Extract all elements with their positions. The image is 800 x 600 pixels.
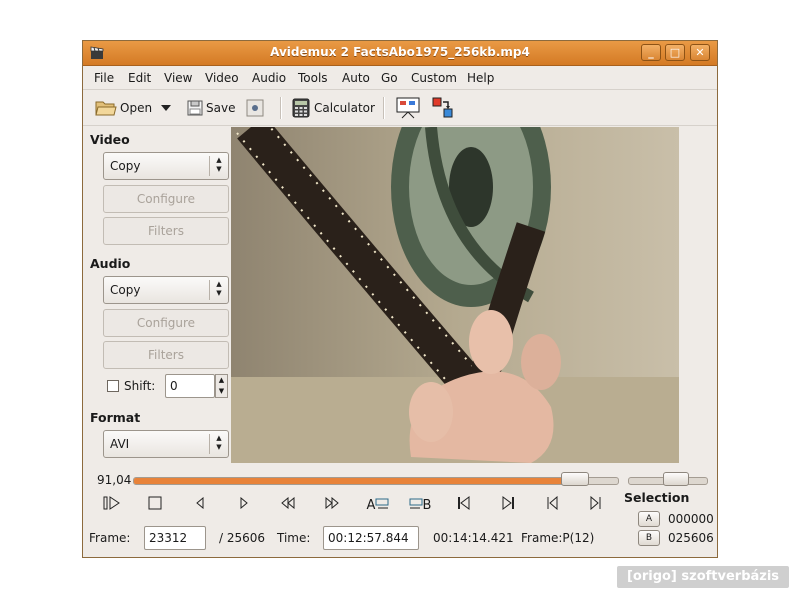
frame-total: / 25606 — [219, 531, 266, 545]
folder-open-icon — [95, 101, 117, 116]
audio-configure-button[interactable]: Configure — [103, 309, 229, 337]
menu-bar: File Edit View Video Audio Tools Auto Go… — [83, 66, 717, 90]
previous-frame-icon[interactable] — [189, 496, 211, 516]
total-duration: 00:14:14.421 — [433, 531, 514, 545]
save-button[interactable]: Save — [187, 96, 235, 120]
properties-button[interactable] — [246, 96, 264, 120]
volume-handle[interactable] — [663, 472, 689, 486]
position-readout: 91,04 — [97, 473, 132, 487]
previous-keyframe-icon[interactable] — [277, 496, 299, 516]
menu-video[interactable]: Video — [205, 71, 239, 85]
calculator-label: Calculator — [314, 101, 375, 115]
marker-a-icon — [375, 498, 389, 509]
frame-input[interactable]: 23312 — [144, 526, 206, 550]
swap-icon — [432, 97, 453, 118]
status-row: Frame: 23312 / 25606 Time: 00:12:57.844 … — [83, 525, 717, 553]
seek-handle[interactable] — [561, 472, 590, 486]
next-frame-icon[interactable] — [233, 496, 255, 516]
preview-button[interactable] — [396, 96, 420, 120]
format-section-title: Format — [90, 410, 141, 425]
seek-slider[interactable] — [133, 477, 619, 485]
video-codec-value: Copy — [110, 159, 141, 173]
selection-b-button[interactable]: B — [638, 530, 660, 546]
save-label: Save — [206, 101, 236, 115]
main-window: Avidemux 2 FactsAbo1975_256kb.mp4 _ □ ✕ … — [82, 40, 718, 558]
open-label: Open — [120, 101, 153, 115]
time-input[interactable]: 00:12:57.844 — [323, 526, 419, 550]
video-preview-icon — [396, 97, 420, 119]
watermark: [origo] szoftverbázis — [617, 566, 789, 588]
floppy-icon — [187, 100, 203, 116]
dropdown-arrow-icon — [161, 105, 171, 111]
menu-help[interactable]: Help — [467, 71, 494, 85]
open-dropdown-button[interactable] — [161, 96, 171, 120]
audio-codec-value: Copy — [110, 283, 141, 297]
time-label: Time: — [277, 531, 311, 545]
sidebar: Video Copy ▲ ▼ Configure Filters Audio Co… — [83, 126, 231, 466]
stop-icon[interactable] — [144, 496, 166, 516]
menu-tools[interactable]: Tools — [298, 71, 328, 85]
format-value: AVI — [110, 437, 130, 451]
menu-audio[interactable]: Audio — [252, 71, 286, 85]
video-codec-select[interactable]: Copy ▲ ▼ — [103, 152, 229, 180]
shift-checkbox[interactable] — [107, 380, 119, 392]
frame-type: Frame:P(12) — [521, 531, 595, 545]
menu-custom[interactable]: Custom — [411, 71, 457, 85]
goto-marker-b-icon[interactable] — [585, 495, 607, 516]
menu-auto[interactable]: Auto — [342, 71, 370, 85]
goto-start-icon[interactable] — [453, 496, 475, 516]
next-keyframe-icon[interactable] — [321, 496, 343, 516]
toolbar-separator — [280, 97, 282, 119]
updown-arrows-icon: ▲ ▼ — [209, 156, 228, 176]
info-icon — [246, 99, 264, 117]
calculator-button[interactable]: Calculator — [291, 96, 375, 120]
marker-b-label: B — [422, 498, 432, 513]
goto-marker-a-icon[interactable] — [541, 495, 563, 516]
marker-a-label: A — [366, 498, 376, 513]
menu-view[interactable]: View — [164, 71, 192, 85]
selection-a-value: 000000 — [668, 512, 714, 526]
video-preview[interactable] — [231, 127, 679, 463]
shift-label: Shift: — [124, 379, 156, 393]
audio-section-title: Audio — [90, 256, 131, 271]
audio-filters-button[interactable]: Filters — [103, 341, 229, 369]
updown-arrows-icon: ▲ ▼ — [209, 434, 228, 454]
audio-codec-select[interactable]: Copy ▲ ▼ — [103, 276, 229, 304]
open-button[interactable]: Open — [95, 96, 152, 120]
seek-row: 91,04 — [83, 469, 717, 489]
marker-b-icon — [409, 498, 423, 509]
set-marker-a-button[interactable]: A — [363, 496, 393, 516]
toolbar: Open Save Calculator — [83, 90, 717, 126]
play-icon[interactable] — [101, 496, 123, 516]
video-section-title: Video — [90, 132, 130, 147]
set-marker-b-button[interactable]: B — [405, 496, 435, 516]
shift-spinner[interactable]: ▲ ▼ — [215, 374, 228, 398]
video-configure-button[interactable]: Configure — [103, 185, 229, 213]
swap-display-button[interactable] — [431, 96, 455, 120]
selection-title: Selection — [624, 490, 690, 505]
updown-arrows-icon: ▲ ▼ — [209, 280, 228, 300]
window-title: Avidemux 2 FactsAbo1975_256kb.mp4 — [270, 45, 530, 59]
toolbar-separator — [383, 97, 385, 119]
close-button[interactable]: ✕ — [690, 44, 710, 61]
maximize-button[interactable]: □ — [665, 44, 685, 61]
shift-input[interactable]: 0 — [165, 374, 215, 398]
calculator-icon — [292, 98, 310, 118]
menu-edit[interactable]: Edit — [128, 71, 151, 85]
seek-fill — [134, 478, 575, 484]
goto-end-icon[interactable] — [497, 496, 519, 516]
frame-label: Frame: — [89, 531, 131, 545]
video-filters-button[interactable]: Filters — [103, 217, 229, 245]
selection-b-value: 025606 — [668, 531, 714, 545]
navigation-controls: A B Selection A 000000 — [83, 490, 717, 527]
menu-go[interactable]: Go — [381, 71, 398, 85]
menu-file[interactable]: File — [94, 71, 114, 85]
minimize-button[interactable]: _ — [641, 44, 661, 61]
format-select[interactable]: AVI ▲ ▼ — [103, 430, 229, 458]
title-bar[interactable]: Avidemux 2 FactsAbo1975_256kb.mp4 _ □ ✕ — [83, 41, 717, 66]
video-frame-image — [231, 127, 679, 463]
